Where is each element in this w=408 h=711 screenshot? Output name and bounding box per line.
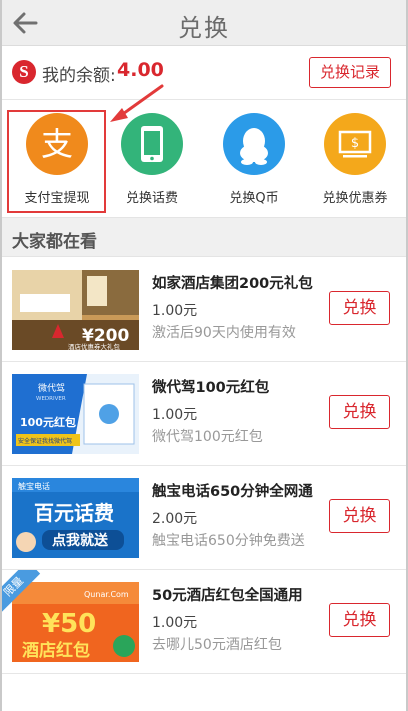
thumb-caption: 酒店优惠券大礼包 (68, 342, 121, 350)
redeem-button[interactable]: 兑换 (329, 291, 390, 325)
hotel-thumbnail: ¥200 酒店优惠券大礼包 (12, 270, 139, 350)
qq-icon (223, 113, 285, 175)
s-logo-icon: S (12, 60, 36, 84)
top-bar: 兑换 (0, 0, 408, 46)
exchange-record-button[interactable]: 兑换记录 (309, 57, 391, 88)
thumb-brand: 微代驾 (38, 382, 65, 394)
thumb-caption: 点我就送 (52, 532, 109, 549)
highlight-box (7, 110, 106, 213)
balance-bar: S 我的余额: 4.00 兑换记录 (0, 46, 408, 100)
item-title: 50元酒店红包全国通用 (152, 588, 303, 604)
redeem-button[interactable]: 兑换 (329, 395, 390, 429)
thumb-headline: 百元话费 (34, 501, 114, 525)
item-title: 微代驾100元红包 (152, 380, 270, 396)
wedriver-thumbnail: 微代驾 WEDRIVER 100元红包 安全保证我找微代驾 (12, 374, 139, 454)
thumb-brand: 触宝电话 (18, 481, 50, 491)
coupon-icon: $ (324, 113, 386, 175)
balance-value: 4.00 (117, 59, 164, 81)
item-price: 1.00元 (152, 407, 198, 423)
list-item[interactable]: 微代驾 WEDRIVER 100元红包 安全保证我找微代驾 微代驾100元红包 … (0, 362, 408, 466)
coupon-glyph: $ (351, 136, 359, 151)
chubao-thumbnail: 触宝电话 百元话费 点我就送 (12, 478, 139, 558)
option-coupon[interactable]: $ 兑换优惠券 (304, 101, 406, 217)
section-header: 大家都在看 (0, 217, 408, 257)
item-price: 2.00元 (152, 511, 198, 527)
item-title: 触宝电话650分钟全网通 (152, 484, 313, 500)
item-description: 微代驾100元红包 (152, 429, 263, 445)
redeem-button[interactable]: 兑换 (329, 603, 390, 637)
thumb-brand-en: WEDRIVER (36, 396, 66, 402)
annotation-arrow-icon (110, 84, 164, 122)
thumb-amount: 100元红包 (20, 415, 76, 429)
list-item[interactable]: 触宝电话 百元话费 点我就送 触宝电话650分钟全网通 2.00元 触宝电话65… (0, 466, 408, 570)
option-qcoin[interactable]: 兑换Q币 (203, 101, 305, 217)
list-item[interactable]: Qunar.Com ¥50 酒店红包 限量 50元酒店红包全国通用 1.00元 … (0, 570, 408, 674)
qunar-thumbnail: Qunar.Com ¥50 酒店红包 (12, 582, 139, 662)
item-price: 1.00元 (152, 615, 198, 631)
option-label: 兑换优惠券 (322, 191, 388, 206)
item-description: 触宝电话650分钟免费送 (152, 533, 305, 549)
thumb-caption: 安全保证我找微代驾 (18, 437, 72, 445)
page-title: 兑换 (178, 14, 230, 42)
item-description: 去哪儿50元酒店红包 (152, 637, 282, 653)
thumb-amount: ¥50 (42, 609, 96, 639)
list-item[interactable]: ¥200 酒店优惠券大礼包 如家酒店集团200元礼包 1.00元 激活后90天内… (0, 258, 408, 362)
item-description: 激活后90天内使用有效 (152, 325, 296, 341)
redeem-button[interactable]: 兑换 (329, 499, 390, 533)
section-title: 大家都在看 (12, 232, 97, 252)
item-title: 如家酒店集团200元礼包 (152, 276, 313, 292)
item-price: 1.00元 (152, 303, 198, 319)
option-label: 兑换Q币 (229, 191, 279, 206)
thumb-brand: Qunar.Com (84, 590, 129, 599)
option-label: 兑换话费 (125, 191, 178, 206)
thumb-caption: 酒店红包 (22, 640, 90, 661)
